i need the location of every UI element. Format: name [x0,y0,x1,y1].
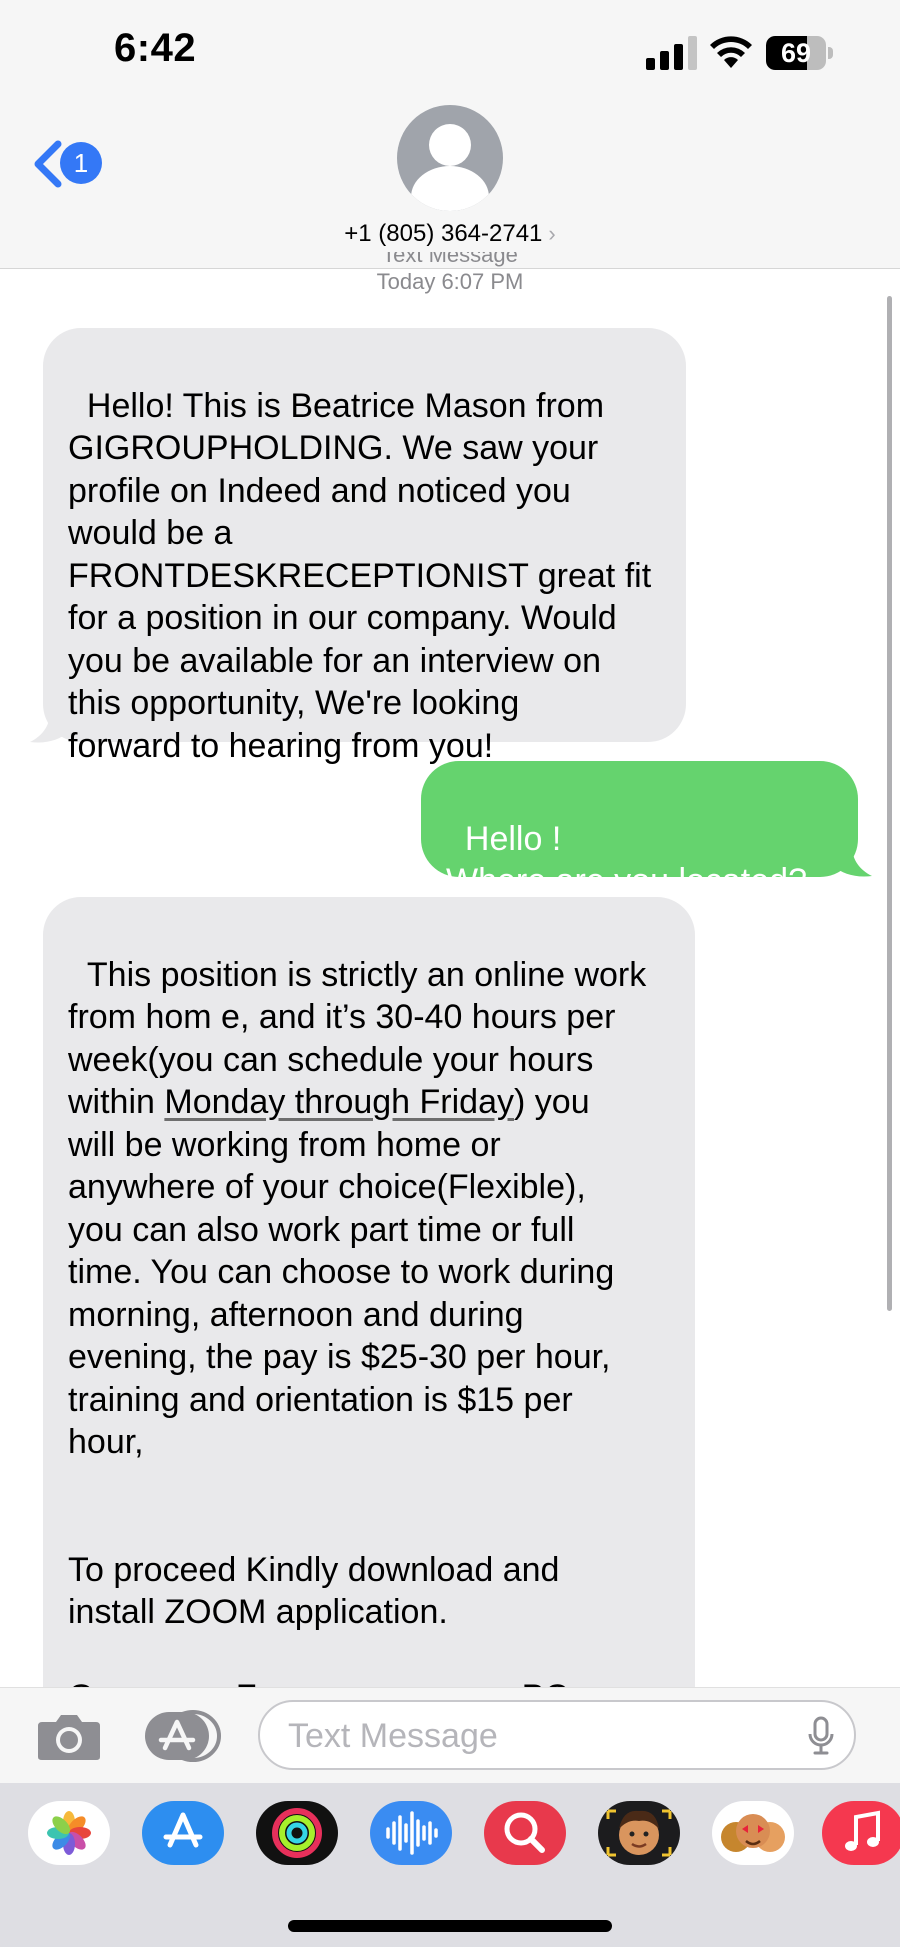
battery-indicator: 69 [766,36,836,70]
contact-avatar[interactable] [397,105,503,211]
battery-body: 69 [766,36,826,70]
app-store-icon[interactable] [142,1801,224,1865]
audio-message-icon[interactable] [370,1801,452,1865]
outgoing-message-bubble[interactable]: Hello ! Where are you located? [421,761,858,900]
animoji-icon[interactable] [712,1801,794,1865]
memoji-icon[interactable] [598,1801,680,1865]
music-icon[interactable] [822,1801,900,1865]
thread-timestamp: Today 6:07 PM [376,269,524,294]
unread-count-badge: 1 [60,142,102,184]
app-store-apps-icon[interactable] [145,1710,223,1762]
contact-name-row[interactable]: +1 (805) 364-2741 › [0,220,900,248]
battery-percent: 69 [780,38,812,68]
fitness-icon[interactable] [256,1801,338,1865]
wifi-icon [710,36,752,68]
person-silhouette-icon [411,124,489,211]
compose-bar [0,1687,900,1784]
home-indicator[interactable] [288,1920,612,1932]
thread-meta: Text Message Today 6:07 PM [0,252,900,296]
message-input[interactable] [286,1714,770,1758]
conversation-header: 1 +1 (805) 364-2741 › [0,100,900,269]
status-bar: 6:42 69 [0,0,900,100]
images-search-icon[interactable] [484,1801,566,1865]
scrollbar[interactable] [887,296,892,1311]
message-text: Hello! This is Beatrice Mason from GIGRO… [68,386,652,765]
chevron-right-icon: › [548,221,556,246]
chevron-left-icon [34,140,62,188]
incoming-message-bubble[interactable]: Hello! This is Beatrice Mason from GIGRO… [43,328,686,765]
microphone-icon[interactable] [808,1716,834,1756]
incoming-bubble-tail [30,712,68,743]
outgoing-bubble-tail [834,846,872,877]
battery-tip [828,47,833,59]
camera-icon[interactable] [36,1712,102,1762]
contact-name: +1 (805) 364-2741 [344,220,543,247]
photos-icon[interactable] [28,1801,110,1865]
message-input-field[interactable] [258,1700,856,1770]
incoming-message-bubble[interactable]: This position is strictly an online work… [43,897,695,1717]
message-text: Hello ! Where are you located? [446,819,807,901]
message-text: ) you will be working from home or anywh… [68,1083,615,1716]
back-button[interactable]: 1 [30,136,106,192]
date-link[interactable]: Monday through Friday [164,1083,514,1121]
cellular-signal-icon [646,36,697,70]
service-label: Text Message [382,252,518,267]
status-time: 6:42 [114,26,197,70]
